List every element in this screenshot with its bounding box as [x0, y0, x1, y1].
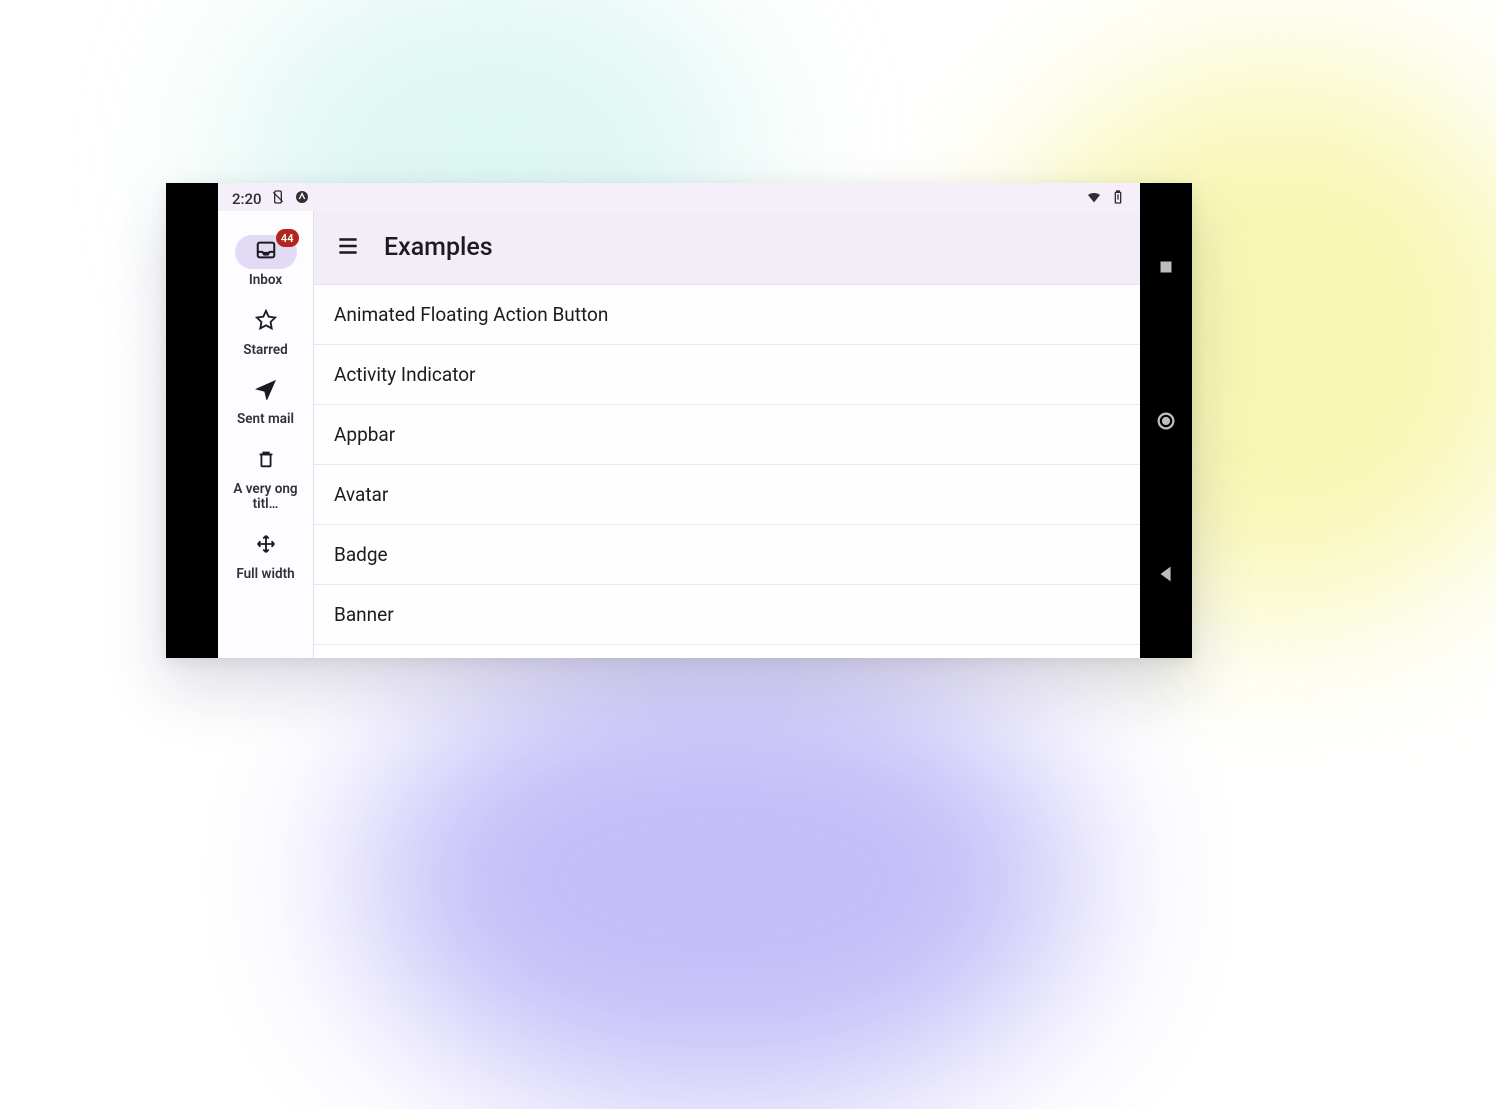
list-item-label: Badge	[334, 543, 388, 566]
rail-item-starred[interactable]: Starred	[225, 299, 307, 365]
trash-icon	[255, 448, 277, 474]
list-item[interactable]: Appbar	[314, 405, 1140, 465]
examples-list[interactable]: Animated Floating Action Button Activity…	[314, 285, 1140, 658]
send-icon	[255, 378, 277, 404]
list-item-label: Avatar	[334, 483, 388, 506]
list-item-label: Appbar	[334, 423, 395, 446]
no-sim-icon	[270, 189, 286, 209]
list-item-label: Activity Indicator	[334, 363, 476, 386]
status-time: 2:20	[232, 190, 262, 208]
main-content: Examples Animated Floating Action Button…	[314, 211, 1140, 658]
rail-item-label: Full width	[236, 567, 294, 583]
navigation-rail: 44 Inbox Starred	[218, 211, 314, 658]
move-icon	[255, 533, 277, 559]
device-frame: 2:20	[166, 183, 1192, 658]
android-home-button[interactable]	[1154, 409, 1178, 433]
list-item[interactable]: Activity Indicator	[314, 345, 1140, 405]
rail-item-label: Inbox	[249, 273, 282, 289]
app-root: 44 Inbox Starred	[218, 211, 1140, 658]
inbox-icon	[255, 239, 277, 265]
rail-item-full-width[interactable]: Full width	[225, 523, 307, 589]
rail-item-inbox[interactable]: 44 Inbox	[225, 229, 307, 295]
list-item[interactable]: Banner	[314, 585, 1140, 645]
device-bezel-right	[1140, 183, 1192, 658]
status-bar: 2:20	[218, 183, 1140, 211]
device-bezel-left	[166, 183, 218, 658]
list-item[interactable]: Animated Floating Action Button	[314, 285, 1140, 345]
wifi-icon	[1086, 189, 1102, 209]
android-back-button[interactable]	[1154, 562, 1178, 586]
list-item-label: Banner	[334, 603, 394, 626]
hamburger-icon	[335, 233, 361, 263]
app-indicator-icon	[294, 189, 310, 209]
rail-item-label: Sent mail	[237, 412, 294, 428]
list-item-label: Animated Floating Action Button	[334, 303, 608, 326]
inbox-badge: 44	[276, 229, 299, 247]
appbar: Examples	[314, 211, 1140, 285]
menu-button[interactable]	[334, 234, 362, 262]
page-title: Examples	[384, 233, 493, 262]
star-icon	[255, 309, 277, 335]
screen: 2:20	[218, 183, 1140, 658]
rail-item-label: A very ong titl…	[228, 482, 304, 513]
battery-icon	[1110, 189, 1126, 209]
list-item[interactable]: Avatar	[314, 465, 1140, 525]
rail-item-long-title[interactable]: A very ong titl…	[225, 438, 307, 519]
list-item[interactable]: Badge	[314, 525, 1140, 585]
android-overview-button[interactable]	[1154, 255, 1178, 279]
rail-item-label: Starred	[243, 343, 287, 359]
rail-item-sent[interactable]: Sent mail	[225, 368, 307, 434]
